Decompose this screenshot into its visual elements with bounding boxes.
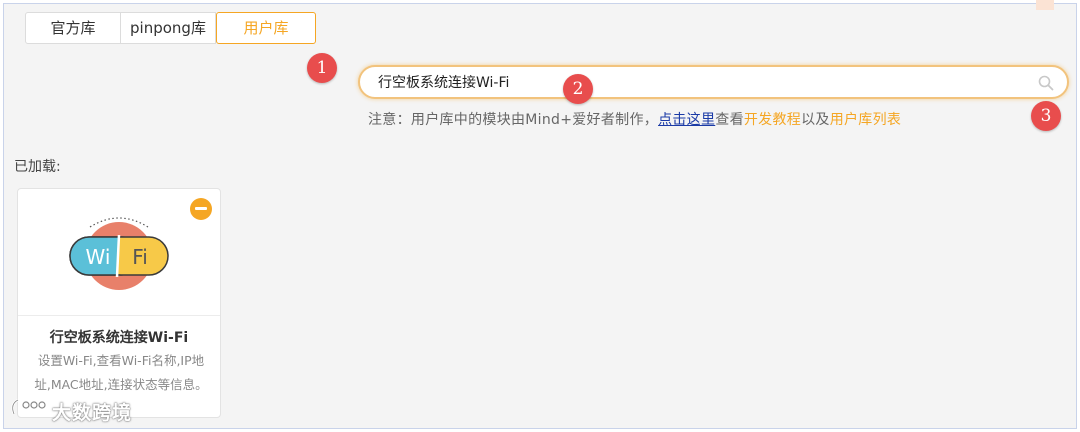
tab-pinpong-library[interactable]: pinpong库 [120,12,216,44]
extension-description: 设置Wi-Fi,查看Wi-Fi名称,IP地址,MAC地址,连接状态等信息。 [34,353,208,392]
note-text-and: 以及 [801,112,830,128]
tab-user-library[interactable]: 用户库 [216,12,316,44]
annotation-marker-1: 1 [307,53,337,83]
note-text-view: 查看 [715,112,744,128]
search-box [358,65,1069,99]
user-library-list-link[interactable]: 用户库列表 [830,112,902,128]
annotation-marker-3: 3 [1031,101,1061,131]
click-here-link[interactable]: 点击这里 [658,112,715,128]
search-icon[interactable] [1037,74,1055,92]
library-tabs: 官方库 pinpong库 用户库 [25,12,316,44]
extension-title: 行空板系统连接Wi-Fi [49,330,189,346]
watermark-logo-icon [11,398,46,415]
tab-official-library[interactable]: 官方库 [25,12,121,44]
loaded-section-title: 已加载: [14,159,61,175]
card-divider [18,315,220,316]
extension-card[interactable]: Wi Fi 行空板系统连接Wi-Fi 设置Wi-Fi,查看Wi-Fi名称,IP地… [17,188,221,418]
annotation-marker-2: 2 [563,74,593,104]
dev-tutorial-link[interactable]: 开发教程 [744,112,801,128]
watermark-text: 大数跨境 [52,402,133,424]
search-input[interactable] [378,71,1018,93]
user-library-note: 注意：用户库中的模块由Mind+爱好者制作，点击这里查看开发教程以及用户库列表 [368,109,901,129]
remove-extension-button[interactable] [190,198,212,220]
wifi-logo-text-left: Wi [86,245,111,269]
corner-logo-icon [1036,0,1054,10]
wifi-logo-text-right: Fi [132,245,148,269]
note-text: 注意：用户库中的模块由Mind+爱好者制作， [368,112,659,128]
